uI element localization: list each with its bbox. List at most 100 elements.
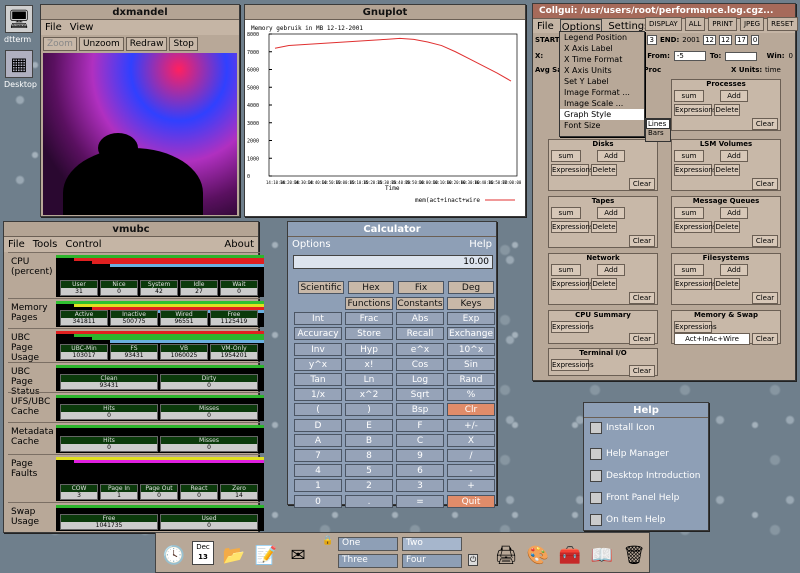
delete-button[interactable]: Delete <box>591 221 617 233</box>
expressions-button[interactable]: Expressions <box>551 278 594 290</box>
calc-key[interactable]: Bsp <box>396 403 444 417</box>
calc-mode-select[interactable]: Fix <box>398 281 444 294</box>
calc-key[interactable]: = <box>396 494 444 508</box>
calc-key[interactable]: 10^x <box>447 342 495 356</box>
calc-key[interactable]: 5 <box>345 464 393 478</box>
clear-button[interactable]: Clear <box>752 292 778 304</box>
calc-key[interactable]: Hyp <box>345 342 393 356</box>
lines-option[interactable]: Lines <box>646 119 670 129</box>
lock-icon[interactable]: 🔒 <box>322 536 333 546</box>
sum-checkbox[interactable]: sum <box>674 150 704 162</box>
calc-key[interactable]: - <box>447 464 495 478</box>
help-title[interactable]: Help <box>584 403 708 418</box>
workspace-three[interactable]: Three <box>338 554 398 568</box>
vm-menu-control[interactable]: Control <box>65 237 101 252</box>
vm-menu-file[interactable]: File <box>8 237 25 252</box>
delete-button[interactable]: Delete <box>591 278 617 290</box>
options-menu-item[interactable]: X Time Format <box>560 54 644 65</box>
add-button[interactable]: Add <box>720 150 748 162</box>
dxmandel-title[interactable]: dxmandel <box>41 5 239 20</box>
calc-key[interactable]: 7 <box>294 449 342 462</box>
to-field[interactable] <box>725 51 758 61</box>
expressions-button[interactable]: Expressions <box>674 164 717 176</box>
on-item-help-item[interactable]: On Item Help <box>590 514 666 526</box>
workspace-four[interactable]: Four <box>402 554 462 568</box>
calc-key[interactable]: Keys <box>447 297 495 310</box>
calc-key[interactable]: F <box>396 418 444 432</box>
calc-key[interactable]: Rand <box>447 373 495 386</box>
calc-key[interactable]: Inv <box>294 342 342 356</box>
clear-button[interactable]: Clear <box>752 333 778 345</box>
front-panel-help-item[interactable]: Front Panel Help <box>590 492 679 504</box>
jpeg-button[interactable]: JPEG <box>739 17 765 31</box>
calc-key[interactable]: Clr <box>447 403 495 417</box>
xunits-field[interactable]: time <box>765 66 781 74</box>
expressions-button[interactable]: Expressions <box>674 278 717 290</box>
calc-key[interactable]: 4 <box>294 464 342 478</box>
calc-key[interactable]: Log <box>396 373 444 386</box>
workspace-one[interactable]: One <box>338 537 398 551</box>
win-field[interactable]: 0 <box>789 52 793 60</box>
zoom-button[interactable]: Zoom <box>43 37 77 51</box>
calc-key[interactable]: + <box>447 479 495 493</box>
calc-key[interactable]: ( <box>294 403 342 417</box>
calc-key[interactable]: 9 <box>396 449 444 462</box>
add-button[interactable]: Add <box>720 264 748 276</box>
calc-key[interactable]: Cos <box>396 357 444 371</box>
cg-menu-file[interactable]: File <box>537 19 554 33</box>
calc-key[interactable]: Recall <box>396 327 444 341</box>
calc-key[interactable]: X <box>447 433 495 447</box>
options-menu-item[interactable]: Image Scale ... <box>560 98 644 109</box>
expressions-button[interactable]: Expressions <box>674 104 717 116</box>
calc-key[interactable]: Exp <box>447 312 495 326</box>
add-button[interactable]: Add <box>597 264 625 276</box>
calendar-icon[interactable]: Dec 13 <box>192 541 214 565</box>
add-button[interactable]: Add <box>720 90 748 102</box>
calc-key[interactable]: 1/x <box>294 388 342 402</box>
expressions-button[interactable]: Expressions <box>551 321 594 333</box>
calc-menu-options[interactable]: Options <box>292 237 331 252</box>
sum-checkbox[interactable]: sum <box>674 90 704 102</box>
redraw-button[interactable]: Redraw <box>125 37 168 51</box>
delete-button[interactable]: Delete <box>591 164 617 176</box>
options-menu-item[interactable]: X Axis Units <box>560 65 644 76</box>
end-year[interactable]: 2001 <box>682 36 700 44</box>
calc-key[interactable]: E <box>345 418 393 432</box>
print-button[interactable]: PRINT <box>708 17 737 31</box>
calc-key[interactable]: Accuracy <box>294 327 342 341</box>
calc-key[interactable]: 2 <box>345 479 393 493</box>
calc-key[interactable]: y^x <box>294 357 342 371</box>
calc-key[interactable]: +/- <box>447 418 495 432</box>
sum-checkbox[interactable]: sum <box>551 264 581 276</box>
file-manager-icon[interactable]: 📂 <box>220 541 248 569</box>
calc-key[interactable]: 6 <box>396 464 444 478</box>
clear-button[interactable]: Clear <box>752 235 778 247</box>
display-button[interactable]: DISPLAY <box>645 17 682 31</box>
calc-key[interactable]: 3 <box>396 479 444 493</box>
start-field[interactable]: 3 <box>646 35 658 45</box>
calc-key[interactable]: x^2 <box>345 388 393 402</box>
sum-checkbox[interactable]: sum <box>551 150 581 162</box>
end-day[interactable]: 12 <box>719 35 732 45</box>
clear-button[interactable]: Clear <box>629 292 655 304</box>
calc-key[interactable]: Exchange <box>447 327 495 341</box>
gnuplot-title[interactable]: Gnuplot <box>245 5 525 20</box>
calc-key[interactable]: Sin <box>447 357 495 371</box>
mandelbrot-canvas[interactable] <box>43 53 237 215</box>
sum-checkbox[interactable]: sum <box>674 207 704 219</box>
delete-button[interactable]: Delete <box>714 104 740 116</box>
sum-checkbox[interactable]: sum <box>674 264 704 276</box>
calc-key[interactable]: Ln <box>345 373 393 386</box>
printer-icon[interactable]: 🖨 <box>492 541 520 569</box>
clock-icon[interactable]: 🕓 <box>160 541 188 569</box>
application-manager-icon[interactable]: 🧰 <box>556 541 584 569</box>
menu-file[interactable]: File <box>45 20 62 35</box>
delete-button[interactable]: Delete <box>714 221 740 233</box>
sum-checkbox[interactable]: sum <box>551 207 581 219</box>
reset-button[interactable]: RESET <box>767 17 798 31</box>
vm-menu-tools[interactable]: Tools <box>33 237 58 252</box>
vmubc-title[interactable]: vmubc <box>4 222 258 237</box>
expressions-button[interactable]: Expressions <box>551 164 594 176</box>
clear-button[interactable]: Clear <box>629 235 655 247</box>
text-editor-icon[interactable]: 📝 <box>252 541 280 569</box>
